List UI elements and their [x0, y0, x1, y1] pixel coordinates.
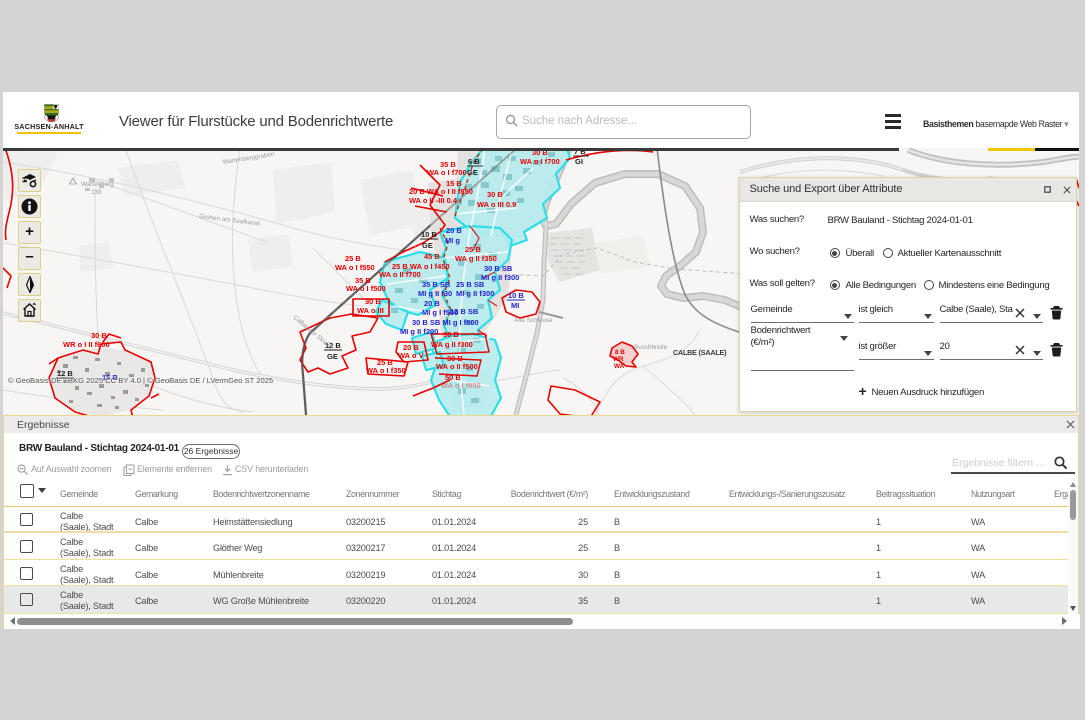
- svg-text:20 B: 20 B: [424, 299, 440, 308]
- svg-text:MI: MI: [511, 301, 519, 310]
- svg-text:25 B SB: 25 B SB: [456, 280, 485, 289]
- svg-text:30 B: 30 B: [443, 330, 459, 339]
- svg-text:WA o I f700: WA o I f700: [427, 168, 467, 177]
- svg-text:WA: WA: [614, 363, 625, 370]
- svg-text:GE: GE: [422, 241, 433, 250]
- svg-text:Alte Schleuse: Alte Schleuse: [514, 317, 553, 324]
- svg-text:MI g II f30: MI g II f30: [418, 289, 452, 298]
- svg-text:WA o II f500: WA o II f500: [436, 362, 478, 371]
- svg-text:Grohen am Saalkanal: Grohen am Saalkanal: [199, 213, 260, 227]
- svg-text:30 B: 30 B: [91, 331, 107, 340]
- svg-text:GE: GE: [327, 352, 338, 361]
- svg-text:Wartenberg: Wartenberg: [81, 181, 114, 188]
- svg-text:WA g II f350: WA g II f350: [455, 254, 497, 263]
- svg-text:30 B SB MI g I f800: 30 B SB MI g I f800: [412, 318, 479, 327]
- svg-text:WA o I f700: WA o I f700: [520, 157, 560, 166]
- svg-text:WA o I f500: WA o I f500: [346, 284, 386, 293]
- svg-text:20 B WA o I II f850: 20 B WA o I II f850: [409, 187, 473, 196]
- svg-text:MI g II f200: MI g II f200: [400, 327, 438, 336]
- svg-text:25 B: 25 B: [465, 245, 481, 254]
- svg-text:25 B: 25 B: [345, 254, 361, 263]
- svg-text:139: 139: [91, 189, 102, 196]
- svg-text:Buschbreite: Buschbreite: [634, 344, 668, 351]
- svg-text:8 B: 8 B: [615, 349, 625, 356]
- svg-text:12 B SB: 12 B SB: [450, 307, 479, 316]
- svg-text:CALBE (SAALE): CALBE (SAALE): [673, 348, 727, 357]
- svg-text:Wartenberggraben: Wartenberggraben: [222, 151, 275, 166]
- svg-text:20 B: 20 B: [446, 226, 462, 235]
- svg-text:WR: WR: [613, 356, 624, 363]
- svg-text:30 B: 30 B: [365, 297, 381, 306]
- svg-text:WA o I f350: WA o I f350: [366, 366, 406, 375]
- svg-text:GI: GI: [575, 157, 583, 166]
- svg-text:WA o I f850: WA o I f850: [441, 381, 481, 390]
- svg-text:30 B SB: 30 B SB: [484, 264, 513, 273]
- svg-text:10 B: 10 B: [508, 291, 524, 300]
- svg-text:MI g: MI g: [445, 236, 460, 245]
- svg-text:WA o II -III 0.4: WA o II -III 0.4: [409, 196, 458, 205]
- svg-text:WA o III 0.9: WA o III 0.9: [477, 200, 516, 209]
- svg-text:MI g II f300: MI g II f300: [481, 273, 519, 282]
- svg-text:45 B: 45 B: [424, 252, 440, 261]
- svg-text:6 B: 6 B: [468, 157, 480, 166]
- svg-text:WA o V: WA o V: [398, 351, 424, 360]
- svg-text:GE: GE: [467, 168, 478, 177]
- svg-text:MI g II f300: MI g II f300: [456, 289, 494, 298]
- svg-text:WR o I II f600: WR o I II f600: [63, 340, 110, 349]
- svg-text:10 B: 10 B: [421, 230, 437, 239]
- svg-text:35 B SB: 35 B SB: [422, 280, 451, 289]
- svg-text:WA g II f300: WA g II f300: [431, 340, 473, 349]
- svg-text:WA o III: WA o III: [357, 306, 384, 315]
- svg-text:WA o II f700: WA o II f700: [379, 270, 421, 279]
- svg-text:WA o I f550: WA o I f550: [335, 263, 375, 272]
- svg-text:30 B: 30 B: [487, 190, 503, 199]
